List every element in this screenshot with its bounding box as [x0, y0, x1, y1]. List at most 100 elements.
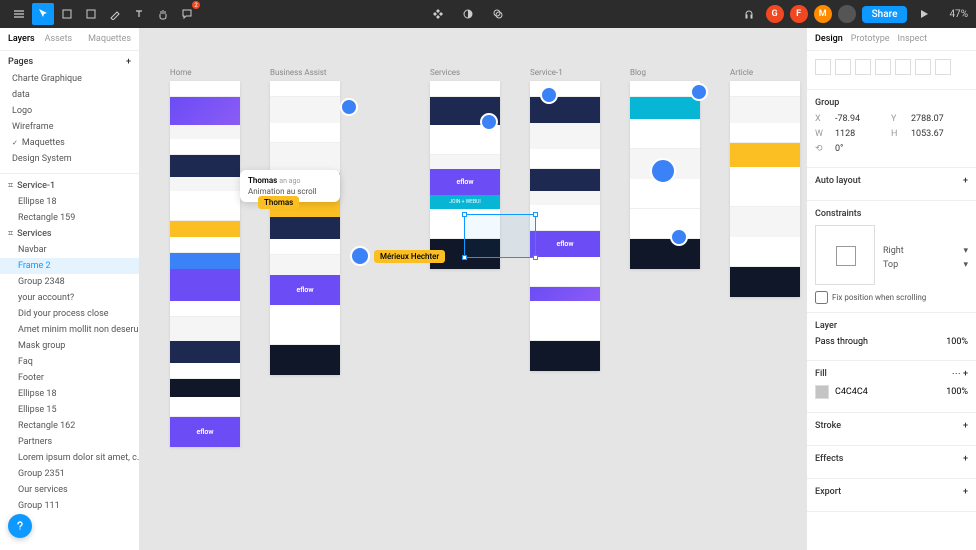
constraint-h-select[interactable]: Right▾	[883, 244, 968, 258]
artboard-label[interactable]: Business Assist	[270, 68, 340, 77]
artboard-label[interactable]: Article	[730, 68, 800, 77]
layer-item[interactable]: Navbar	[0, 242, 139, 258]
current-user-avatar[interactable]	[838, 5, 856, 23]
y-input[interactable]	[911, 114, 961, 124]
layer-item[interactable]: Amet minim mollit non deseru...	[0, 322, 139, 338]
align-more[interactable]	[935, 59, 951, 75]
mask-icon[interactable]	[457, 3, 479, 25]
zoom-value[interactable]: 47%	[949, 9, 968, 20]
align-center-v[interactable]	[895, 59, 911, 75]
page-item[interactable]: Logo	[8, 103, 131, 119]
add-page-button[interactable]: +	[126, 57, 131, 67]
present-button[interactable]	[913, 3, 935, 25]
comment-author: Thomas	[248, 176, 277, 185]
fix-scroll-checkbox[interactable]: Fix position when scrolling	[815, 291, 968, 304]
move-tool[interactable]	[32, 3, 54, 25]
cursor-label: Thomas	[258, 196, 299, 209]
fill-swatch[interactable]	[815, 385, 829, 399]
opacity-input[interactable]: 100%	[946, 337, 968, 347]
page-item[interactable]: Design System	[8, 151, 131, 167]
fill-opacity[interactable]: 100%	[946, 387, 968, 397]
layer-item[interactable]: Ellipse 18	[0, 194, 139, 210]
effects-section: Effects+	[807, 446, 976, 479]
layer-item[interactable]: Rectangle 162	[0, 418, 139, 434]
artboard-service1[interactable]: eflow	[530, 81, 600, 371]
layer-item[interactable]: Did your process close	[0, 306, 139, 322]
artboard-business[interactable]: eflow	[270, 81, 340, 375]
tab-page-name[interactable]: Maquettes	[88, 34, 131, 44]
page-item[interactable]: Wireframe	[8, 119, 131, 135]
layer-item[interactable]: Partners	[0, 434, 139, 450]
rotation-input[interactable]	[835, 144, 885, 154]
layer-item[interactable]: your account?	[0, 290, 139, 306]
artboard-label[interactable]: Service-1	[530, 68, 600, 77]
tab-inspect[interactable]: Inspect	[898, 34, 928, 44]
add-effect[interactable]: +	[963, 454, 968, 464]
comment-tool[interactable]: 2	[176, 3, 198, 25]
tab-assets[interactable]: Assets	[45, 34, 73, 44]
artboard-label[interactable]: Blog	[630, 68, 700, 77]
add-stroke[interactable]: +	[963, 421, 968, 431]
fill-hex[interactable]: C4C4C4	[835, 387, 868, 397]
collaborator-avatar-1[interactable]: G	[766, 5, 784, 23]
collaborator-avatar-2[interactable]: F	[790, 5, 808, 23]
page-item[interactable]: data	[8, 87, 131, 103]
layer-item[interactable]: Ellipse 15	[0, 402, 139, 418]
layer-item[interactable]: Group 2348	[0, 274, 139, 290]
add-fill[interactable]: ⋯ +	[952, 369, 968, 379]
blend-mode-select[interactable]: Pass through	[815, 337, 940, 347]
constraint-v-select[interactable]: Top▾	[883, 258, 968, 272]
align-section	[807, 51, 976, 90]
artboard-home[interactable]: eflow	[170, 81, 240, 447]
align-bottom[interactable]	[915, 59, 931, 75]
layer-item[interactable]: Frame 2	[0, 258, 139, 274]
shape-tool[interactable]	[80, 3, 102, 25]
pen-tool[interactable]	[104, 3, 126, 25]
text-tool[interactable]	[128, 3, 150, 25]
boolean-icon[interactable]	[487, 3, 509, 25]
layer-item[interactable]: Lorem ipsum dolor sit amet, c...	[0, 450, 139, 466]
frame-tool[interactable]	[56, 3, 78, 25]
page-item[interactable]: Charte Graphique	[8, 71, 131, 87]
layer-item[interactable]: ⌗ Services	[0, 226, 139, 242]
page-item[interactable]: Maquettes	[8, 135, 131, 151]
w-input[interactable]	[835, 129, 885, 139]
align-right[interactable]	[855, 59, 871, 75]
align-top[interactable]	[875, 59, 891, 75]
artboard-label[interactable]: Services	[430, 68, 500, 77]
layer-item[interactable]: Faq	[0, 354, 139, 370]
hand-tool[interactable]	[152, 3, 174, 25]
tab-prototype[interactable]: Prototype	[851, 34, 890, 44]
selection-box[interactable]	[464, 214, 536, 258]
component-icon[interactable]	[427, 3, 449, 25]
tab-design[interactable]: Design	[815, 34, 843, 44]
h-input[interactable]	[911, 129, 961, 139]
layer-item[interactable]: Our services	[0, 482, 139, 498]
collaborator-avatar-3[interactable]: M	[814, 5, 832, 23]
artboard-label[interactable]: Home	[170, 68, 240, 77]
x-input[interactable]	[835, 114, 885, 124]
add-export[interactable]: +	[963, 487, 968, 497]
layer-item[interactable]: Rectangle 159	[0, 210, 139, 226]
help-fab[interactable]	[8, 514, 32, 538]
layer-item[interactable]: Mask group	[0, 338, 139, 354]
align-center-h[interactable]	[835, 59, 851, 75]
layer-item[interactable]: Ellipse 18	[0, 386, 139, 402]
layer-item[interactable]: Group 2351	[0, 466, 139, 482]
right-panel: Design Prototype Inspect Group XY WH ⟲ A…	[806, 28, 976, 550]
layer-item[interactable]: Footer	[0, 370, 139, 386]
align-left[interactable]	[815, 59, 831, 75]
layer-item[interactable]: Group 111	[0, 498, 139, 514]
share-button[interactable]: Share	[862, 6, 908, 23]
artboard-article[interactable]	[730, 81, 800, 297]
menu-button[interactable]	[8, 3, 30, 25]
collaborator-cursor-2: Mérieux Hechter	[350, 246, 445, 266]
auto-layout-label: Auto layout	[815, 176, 861, 186]
canvas[interactable]: Home eflow Business Assist eflow Service…	[140, 28, 806, 550]
cursor-avatar	[350, 246, 370, 266]
layer-item[interactable]: ⌗ Service-1	[0, 178, 139, 194]
add-auto-layout[interactable]: +	[963, 176, 968, 186]
constraints-widget[interactable]	[815, 225, 875, 285]
headphones-icon[interactable]	[738, 3, 760, 25]
tab-layers[interactable]: Layers	[8, 34, 35, 44]
